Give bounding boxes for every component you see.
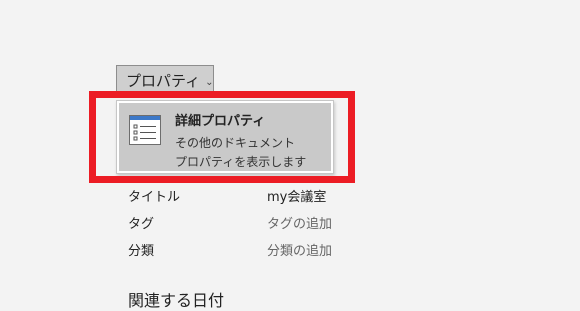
properties-dropdown-label: プロパティ bbox=[126, 72, 201, 90]
add-category-field[interactable]: 分類の追加 bbox=[267, 240, 332, 259]
highlight-box bbox=[89, 91, 355, 183]
property-label-category: 分類 bbox=[128, 244, 155, 259]
property-label-title: タイトル bbox=[128, 190, 181, 205]
add-tag-field[interactable]: タグの追加 bbox=[267, 213, 332, 232]
chevron-down-icon: ⌄ bbox=[205, 77, 214, 88]
related-dates-heading: 関連する日付 bbox=[128, 291, 225, 310]
property-value-title[interactable]: my会議室 bbox=[267, 186, 326, 205]
property-label-tags: タグ bbox=[128, 217, 155, 232]
